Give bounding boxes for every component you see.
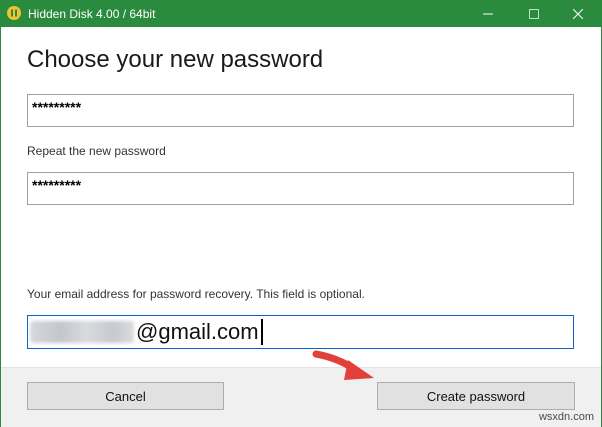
new-password-value: ********* (32, 98, 82, 115)
email-domain-text: @gmail.com (136, 319, 259, 344)
create-password-button[interactable]: Create password (377, 382, 575, 410)
cancel-button[interactable]: Cancel (27, 382, 224, 410)
email-label: Your email address for password recovery… (27, 287, 365, 301)
repeat-password-field[interactable]: ********* (27, 172, 574, 205)
watermark: wsxdn.com (538, 411, 594, 423)
page-title: Choose your new password (27, 46, 324, 73)
new-password-field[interactable]: ********* (27, 94, 574, 127)
button-bar: Cancel Create password (1, 367, 601, 427)
dialog-content: Choose your new password ********* Repea… (1, 27, 601, 367)
email-field[interactable]: @gmail.com (27, 315, 574, 349)
repeat-password-value: ********* (32, 176, 82, 193)
title-bar[interactable]: Hidden Disk 4.00 / 64bit (1, 1, 601, 27)
app-window: Hidden Disk 4.00 / 64bit Choose your new… (0, 0, 602, 427)
email-username-blurred (30, 321, 134, 343)
minimize-icon[interactable] (465, 1, 511, 27)
pointer-arrow-icon (312, 350, 374, 380)
maximize-icon[interactable] (511, 1, 557, 27)
close-icon[interactable] (555, 1, 601, 27)
text-caret (260, 319, 263, 345)
repeat-password-label: Repeat the new password (27, 144, 166, 158)
window-title: Hidden Disk 4.00 / 64bit (28, 7, 156, 21)
app-logo-icon (7, 6, 21, 20)
